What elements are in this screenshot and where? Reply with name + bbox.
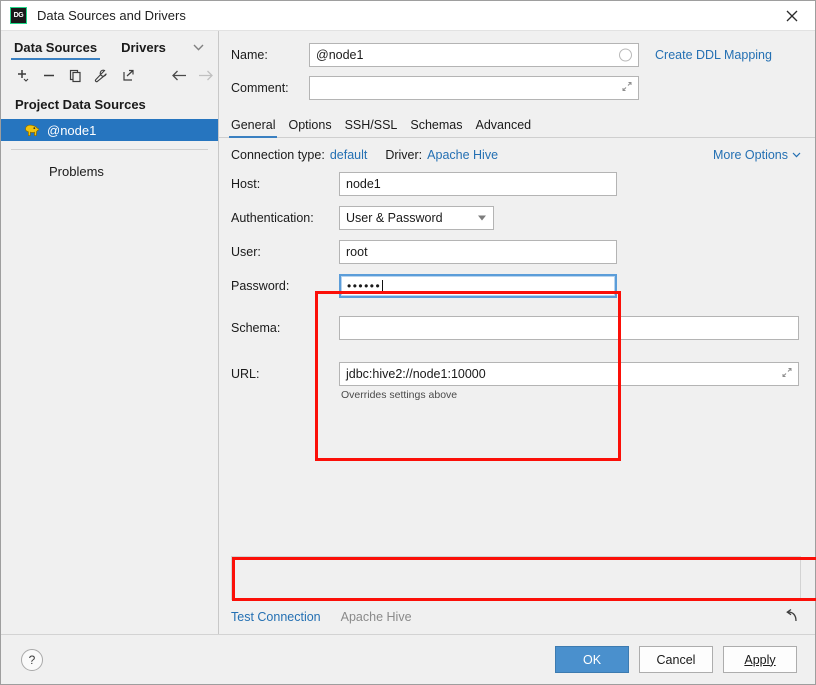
dialog-footer: ? OK Cancel Apply <box>1 634 815 684</box>
password-value: •••••• <box>347 279 382 293</box>
password-label: Password: <box>231 279 290 293</box>
name-row: Name: @node1 Create DDL Mapping <box>231 43 801 67</box>
remove-button[interactable] <box>37 63 61 87</box>
schema-label: Schema: <box>231 321 281 335</box>
authentication-row: Authentication: User & Password <box>231 206 801 230</box>
connection-status-area <box>231 556 816 601</box>
url-input[interactable]: jdbc:hive2://node1:10000 <box>339 362 799 386</box>
comment-label: Comment: <box>231 81 289 95</box>
tab-drivers[interactable]: Drivers <box>121 40 166 60</box>
host-label: Host: <box>231 177 261 191</box>
password-row: Password: •••••• <box>231 274 801 298</box>
apply-label: Apply <box>744 652 776 667</box>
status-actions-bar: Test Connection Apache Hive <box>219 600 815 634</box>
external-link-icon[interactable] <box>116 63 140 87</box>
chevron-down-icon <box>792 152 801 158</box>
authentication-label: Authentication: <box>231 211 314 225</box>
title-bar: DG Data Sources and Drivers <box>1 1 815 31</box>
help-button[interactable]: ? <box>21 648 43 671</box>
forward-button[interactable] <box>194 63 218 87</box>
sidebar-tabs: Data Sources Drivers <box>1 31 218 60</box>
back-button[interactable] <box>168 63 192 87</box>
comment-input[interactable] <box>309 76 639 100</box>
url-label: URL: <box>231 367 260 381</box>
data-sources-dialog: DG Data Sources and Drivers Data Sources… <box>0 0 816 685</box>
name-input[interactable]: @node1 <box>309 43 639 67</box>
user-value: root <box>346 245 368 259</box>
chevron-down-icon <box>478 215 486 221</box>
apply-button[interactable]: Apply <box>723 646 797 673</box>
url-row: URL: jdbc:hive2://node1:10000 <box>231 362 801 386</box>
expand-icon[interactable] <box>621 81 633 96</box>
more-options-button[interactable]: More Options <box>713 148 801 162</box>
add-button[interactable] <box>11 63 35 87</box>
host-row: Host: node1 <box>231 172 801 196</box>
detail-panel: Name: @node1 Create DDL Mapping Comment: <box>219 31 816 634</box>
sidebar-section-title: Project Data Sources <box>15 97 146 112</box>
user-input[interactable]: root <box>339 240 617 264</box>
tab-data-sources[interactable]: Data Sources <box>10 40 101 60</box>
ok-button[interactable]: OK <box>555 646 629 673</box>
sidebar-item-node1[interactable]: @node1 <box>1 119 218 141</box>
name-value: @node1 <box>316 48 364 62</box>
chevron-down-icon[interactable] <box>193 40 204 54</box>
connection-type-link[interactable]: default <box>330 148 368 162</box>
close-icon[interactable] <box>769 1 815 30</box>
url-value: jdbc:hive2://node1:10000 <box>346 367 486 381</box>
hive-elephant-icon <box>23 123 40 138</box>
cancel-button[interactable]: Cancel <box>639 646 713 673</box>
user-label: User: <box>231 245 261 259</box>
driver-link[interactable]: Apache Hive <box>427 148 498 162</box>
window-title: Data Sources and Drivers <box>37 8 186 23</box>
password-input[interactable]: •••••• <box>339 274 617 298</box>
comment-row: Comment: <box>231 76 801 100</box>
footer-actions: OK Cancel Apply <box>555 646 797 673</box>
dialog-body: Data Sources Drivers Project Data Source… <box>1 31 816 634</box>
schema-row: Schema: <box>231 316 801 340</box>
tab-ssh-ssl[interactable]: SSH/SSL <box>345 118 398 137</box>
tab-schemas[interactable]: Schemas <box>410 118 462 137</box>
sidebar-toolbar <box>1 60 218 90</box>
host-value: node1 <box>346 177 381 191</box>
sidebar-item-problems[interactable]: Problems <box>1 150 218 179</box>
sidebar-item-label: @node1 <box>47 122 97 138</box>
host-input[interactable]: node1 <box>339 172 617 196</box>
color-circle-icon[interactable] <box>619 48 632 62</box>
more-options-label: More Options <box>712 148 788 162</box>
tab-options[interactable]: Options <box>288 118 331 137</box>
status-area-highlight-annotation <box>232 557 816 601</box>
authentication-value: User & Password <box>346 211 443 225</box>
create-ddl-mapping-link[interactable]: Create DDL Mapping <box>655 48 772 62</box>
wrench-icon[interactable] <box>90 63 114 87</box>
test-connection-link[interactable]: Test Connection <box>231 610 321 624</box>
connection-type-label: Connection type: <box>231 148 325 162</box>
tab-general[interactable]: General <box>228 118 278 138</box>
identity-form: Name: @node1 Create DDL Mapping Comment: <box>219 31 815 109</box>
driver-label: Driver: <box>385 148 423 162</box>
general-tab-panel: Connection type: default Driver: Apache … <box>219 138 815 556</box>
sidebar: Data Sources Drivers Project Data Source… <box>1 31 219 634</box>
text-caret <box>382 279 384 293</box>
revert-arrow-icon[interactable] <box>783 608 799 627</box>
user-row: User: root <box>231 240 801 264</box>
connection-summary-row: Connection type: default Driver: Apache … <box>231 148 801 162</box>
settings-tabs: General Options SSH/SSL Schemas Advanced <box>219 109 815 138</box>
driver-name-label: Apache Hive <box>340 610 412 624</box>
authentication-select[interactable]: User & Password <box>339 206 494 230</box>
name-label: Name: <box>231 48 268 62</box>
expand-icon[interactable] <box>781 367 793 382</box>
copy-icon[interactable] <box>64 63 88 87</box>
datagrip-logo-icon: DG <box>10 7 27 24</box>
schema-input[interactable] <box>339 316 799 340</box>
tab-advanced[interactable]: Advanced <box>476 118 532 137</box>
url-hint: Overrides settings above <box>341 389 458 401</box>
